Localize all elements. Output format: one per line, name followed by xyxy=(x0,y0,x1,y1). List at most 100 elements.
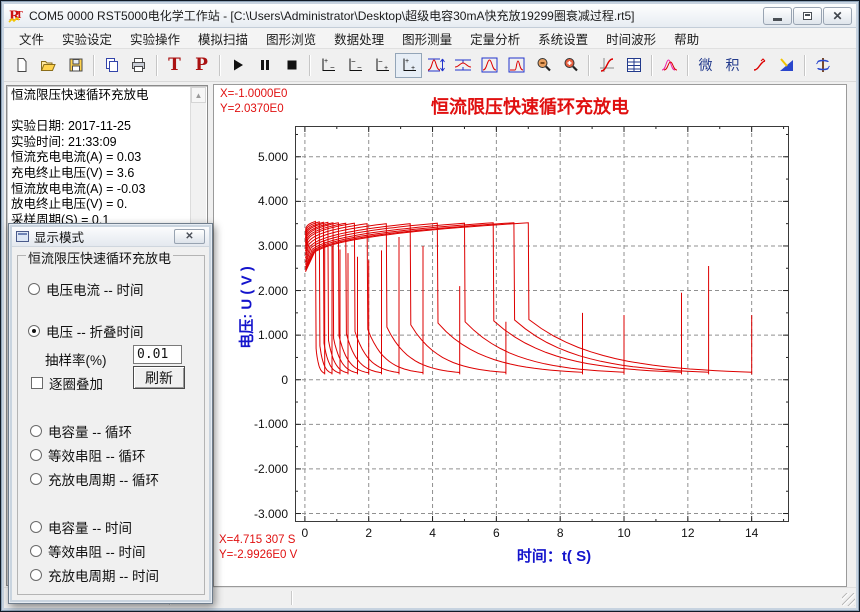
peak-narrow-box-button[interactable] xyxy=(503,53,530,78)
option-capacity-time[interactable]: 电容量 -- 时间 xyxy=(30,517,132,537)
zoom-in-button[interactable] xyxy=(557,53,584,78)
text-p-button[interactable]: P xyxy=(188,53,215,78)
plot-area[interactable] xyxy=(295,126,789,522)
peak-narrow-box-icon xyxy=(508,57,525,73)
menu-item-5[interactable]: 图形浏览 xyxy=(257,26,325,51)
rotate-3d-icon xyxy=(815,57,831,73)
svg-text:−: − xyxy=(357,63,362,72)
option-period-cycle[interactable]: 充放电周期 -- 循环 xyxy=(30,469,159,489)
peak-wide-box-button[interactable] xyxy=(476,53,503,78)
dialog-close-button[interactable]: ✕ xyxy=(174,229,205,244)
maximize-button[interactable] xyxy=(793,7,822,25)
curve-cross-button[interactable] xyxy=(593,53,620,78)
svg-text:+: + xyxy=(384,65,388,72)
y-tick-label: 4.000 xyxy=(232,194,288,208)
maximize-icon xyxy=(803,12,812,20)
option-label: 充放电周期 -- 时间 xyxy=(48,565,159,585)
x-tick-label: 6 xyxy=(493,526,500,540)
dialog-title-bar[interactable]: 显示模式 ✕ xyxy=(12,227,209,247)
scroll-up-button[interactable]: ▲ xyxy=(191,87,206,103)
toolbar-separator xyxy=(93,55,94,76)
y-tick-label: -3.000 xyxy=(232,507,288,521)
option-capacity-cycle[interactable]: 电容量 -- 循环 xyxy=(30,421,132,441)
menu-item-8[interactable]: 定量分析 xyxy=(461,26,529,51)
text-t-button[interactable]: T xyxy=(161,53,188,78)
print-icon xyxy=(130,57,147,73)
info-line: 恒流充电电流(A) = 0.03 xyxy=(11,150,189,166)
zoom-in-icon xyxy=(563,57,579,73)
integral-button[interactable]: 积 xyxy=(719,53,746,78)
print-button[interactable] xyxy=(125,53,152,78)
rotate-3d-button[interactable] xyxy=(809,53,836,78)
menu-item-4[interactable]: 模拟扫描 xyxy=(189,26,257,51)
option-period-time[interactable]: 充放电周期 -- 时间 xyxy=(30,565,159,585)
stop-button[interactable] xyxy=(278,53,305,78)
menu-item-11[interactable]: 帮助 xyxy=(665,26,708,51)
differential-button[interactable]: 微 xyxy=(692,53,719,78)
data-table-button[interactable] xyxy=(620,53,647,78)
menu-item-3[interactable]: 实验操作 xyxy=(121,26,189,51)
refresh-button[interactable]: 刷新 xyxy=(133,366,185,389)
axis-zoom-4-button[interactable]: ++ xyxy=(395,53,422,78)
measure-ruler-button[interactable] xyxy=(773,53,800,78)
option-esr-cycle[interactable]: 等效串阻 -- 循环 xyxy=(30,445,146,465)
save-button[interactable] xyxy=(62,53,89,78)
play-button[interactable] xyxy=(224,53,251,78)
x-tick-label: 2 xyxy=(365,526,372,540)
y-tick-label: 5.000 xyxy=(232,150,288,164)
compress-y-peak-button[interactable] xyxy=(449,53,476,78)
overlay-peaks-button[interactable] xyxy=(656,53,683,78)
pause-button[interactable] xyxy=(251,53,278,78)
sample-rate-input[interactable] xyxy=(133,345,182,364)
info-line xyxy=(11,104,189,120)
menu-item-7[interactable]: 图形测量 xyxy=(393,26,461,51)
expand-y-peak-button[interactable] xyxy=(422,53,449,78)
window-title: COM5 0000 RST5000电化学工作站 - [C:\Users\Admi… xyxy=(29,7,635,24)
open-folder-button[interactable] xyxy=(35,53,62,78)
toolbar-separator xyxy=(588,55,589,76)
copy-button[interactable] xyxy=(98,53,125,78)
option-label: 电容量 -- 时间 xyxy=(48,517,132,537)
overlay-peaks-icon xyxy=(661,57,678,73)
radio-icon xyxy=(30,473,42,485)
overlay-per-cycle-checkbox[interactable]: 逐圈叠加 xyxy=(31,373,103,393)
menu-item-2[interactable]: 实验设定 xyxy=(53,26,121,51)
save-icon xyxy=(68,57,84,73)
toolbar-separator xyxy=(687,55,688,76)
new-file-button[interactable] xyxy=(8,53,35,78)
x-tick-label: 14 xyxy=(745,526,758,540)
differential-icon: 微 xyxy=(699,58,713,72)
toolbar-separator xyxy=(156,55,157,76)
menu-item-9[interactable]: 系统设置 xyxy=(529,26,597,51)
axis-zoom-4-icon: ++ xyxy=(400,57,417,73)
axis-zoom-1-button[interactable]: +− xyxy=(314,53,341,78)
pause-icon xyxy=(259,59,271,71)
axis-zoom-3-button[interactable]: −+ xyxy=(368,53,395,78)
close-button[interactable]: ✕ xyxy=(823,7,852,25)
zoom-out-button[interactable] xyxy=(530,53,557,78)
svg-text:+: + xyxy=(411,65,415,72)
option-voltage-current-time[interactable]: 电压电流 -- 时间 xyxy=(28,279,144,299)
toolbar-separator xyxy=(651,55,652,76)
option-esr-time[interactable]: 等效串阻 -- 时间 xyxy=(30,541,146,561)
radio-icon xyxy=(28,283,40,295)
app-window: R T COM5 0000 RST5000电化学工作站 - [C:\Users\… xyxy=(0,0,860,612)
toolbar: T P +− −− −+ ++ 微 积 xyxy=(4,49,856,82)
option-voltage-folded-time[interactable]: 电压 -- 折叠时间 xyxy=(28,321,144,341)
menu-item-1[interactable]: 文件 xyxy=(10,26,53,51)
radio-selected-icon xyxy=(28,325,40,337)
menu-item-10[interactable]: 时间波形 xyxy=(597,26,665,51)
menu-item-6[interactable]: 数据处理 xyxy=(325,26,393,51)
axis-zoom-2-button[interactable]: −− xyxy=(341,53,368,78)
minimize-button[interactable] xyxy=(763,7,792,25)
cursor-bottom-x: X=4.715 307 S xyxy=(219,534,295,546)
svg-text:−: − xyxy=(378,57,383,66)
axis-zoom-2-icon: −− xyxy=(346,57,363,73)
curve-cross-icon xyxy=(599,57,615,73)
resize-grip-icon[interactable] xyxy=(842,593,855,606)
svg-text:−: − xyxy=(330,63,335,72)
menu-bar: 文件实验设定实验操作模拟扫描图形浏览数据处理图形测量定量分析系统设置时间波形帮助 xyxy=(4,28,856,49)
derivative-curve-button[interactable] xyxy=(746,53,773,78)
y-axis-label: 电压: U ( V ) xyxy=(236,233,257,383)
svg-text:+: + xyxy=(324,58,328,65)
